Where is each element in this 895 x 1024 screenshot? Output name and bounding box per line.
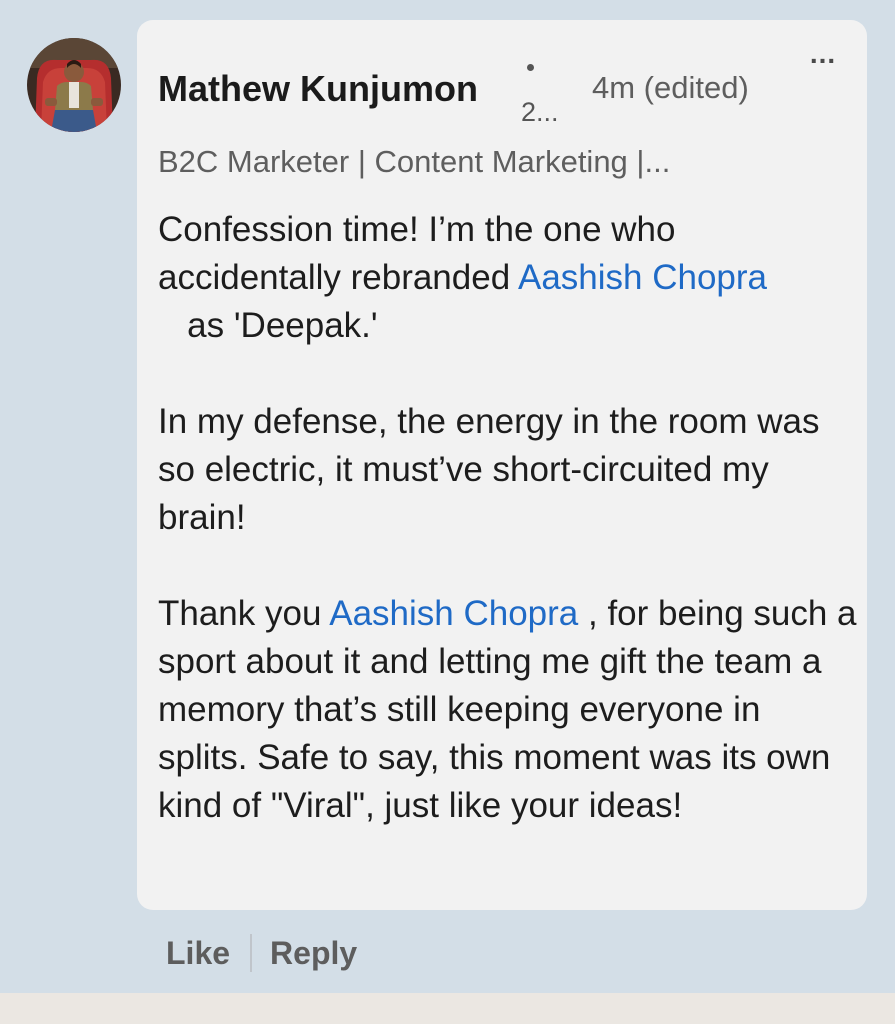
separator-dot [527,64,534,71]
more-options-icon[interactable]: ... [805,40,841,68]
like-button[interactable]: Like [166,935,230,972]
comment-paragraph: In my defense, the energy in the room wa… [158,402,820,537]
comment-paragraph: Thank you Aashish Chopra , for being suc… [158,590,858,830]
author-name[interactable]: Mathew Kunjumon [158,68,478,110]
avatar-photo-icon [27,38,121,132]
comment-actions: Like Reply [166,930,357,976]
timestamp: 4m (edited) [592,70,749,105]
action-divider [250,934,253,972]
mention-link[interactable]: Aashish Chopra [329,594,578,633]
paragraph-text: Thank you [158,594,330,633]
mention-link[interactable]: Aashish Chopra [518,258,767,297]
paragraph-text: as 'Deepak.' [158,306,378,345]
comment-body: Confession time! I’m the one who acciden… [158,206,858,878]
bottom-strip [0,993,895,1024]
avatar[interactable] [27,38,121,132]
comment-paragraph: Confession time! I’m the one who acciden… [158,206,858,350]
connection-degree: 2... [521,97,559,127]
reply-button[interactable]: Reply [270,935,357,972]
author-headline: B2C Marketer | Content Marketing |... [158,144,671,179]
